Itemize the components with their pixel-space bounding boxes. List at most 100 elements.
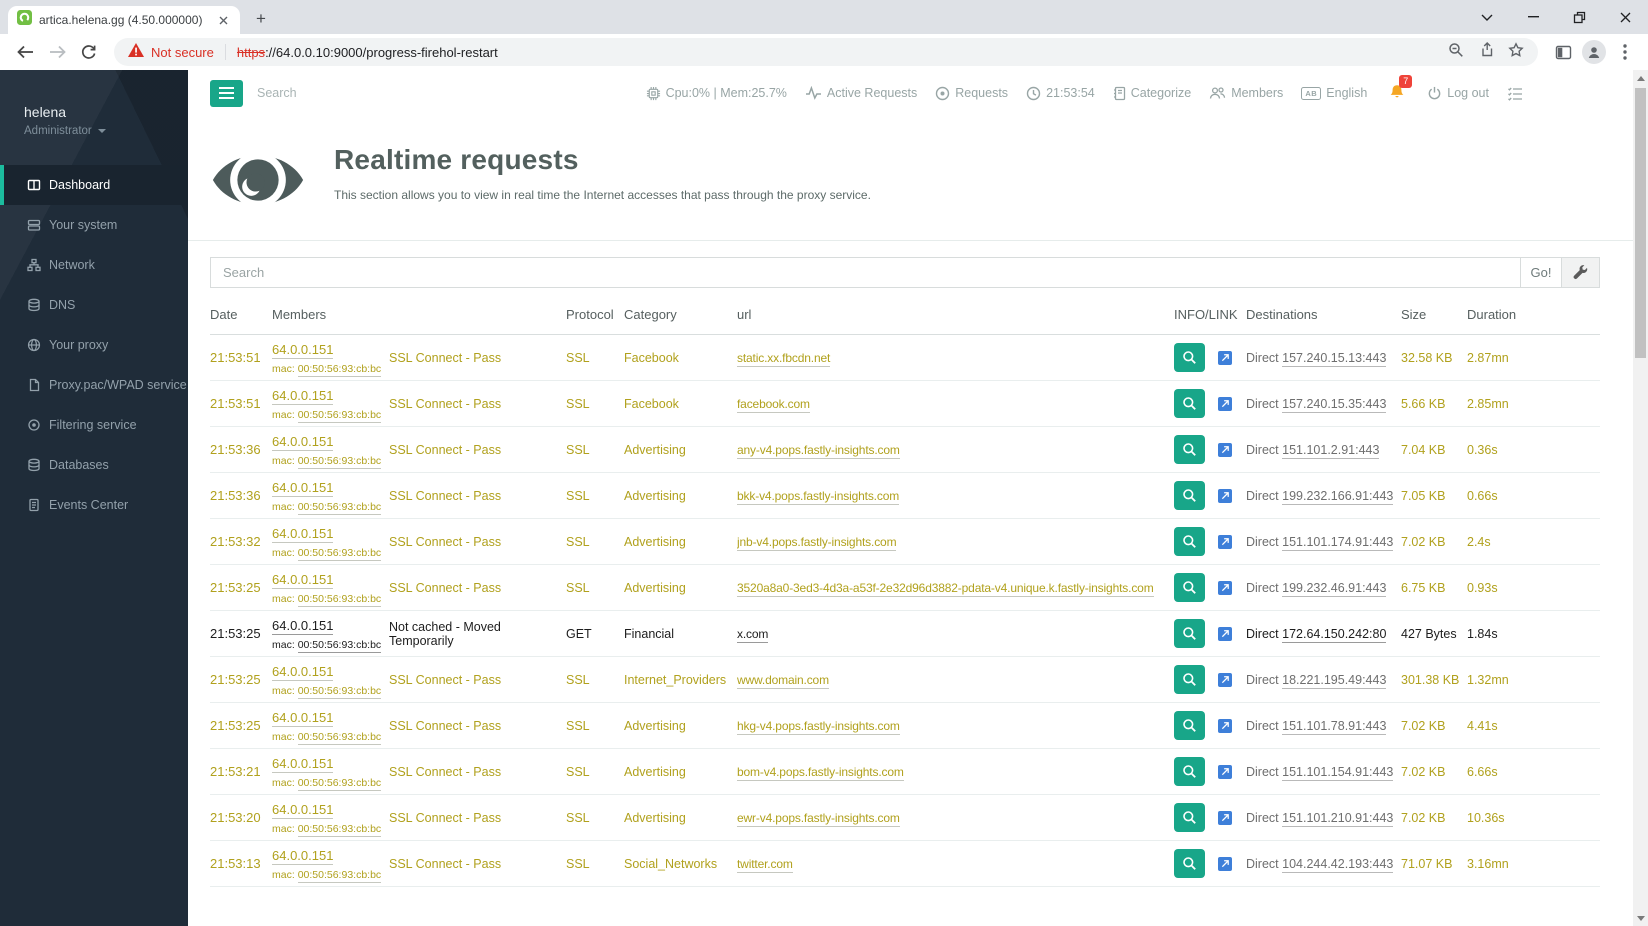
task-list-icon[interactable] (1507, 86, 1523, 101)
sidebar-item-your-proxy[interactable]: Your proxy (0, 325, 188, 365)
browser-scrollbar[interactable] (1633, 70, 1648, 926)
external-link-button[interactable] (1218, 672, 1233, 687)
request-url-link[interactable]: facebook.com (737, 396, 810, 413)
sidebar-item-filtering-service[interactable]: Filtering service (0, 405, 188, 445)
inspect-request-button[interactable] (1174, 481, 1205, 510)
request-url-link[interactable]: bkk-v4.pops.fastly-insights.com (737, 488, 899, 505)
inspect-request-button[interactable] (1174, 619, 1205, 648)
logout-button[interactable]: Log out (1427, 86, 1489, 101)
table-search-input[interactable] (210, 257, 1520, 288)
external-link-button[interactable] (1218, 718, 1233, 733)
hamburger-menu-button[interactable] (210, 79, 243, 107)
member-ip-link[interactable]: 64.0.0.151 (272, 617, 334, 635)
external-link-button[interactable] (1218, 764, 1233, 779)
external-link-button[interactable] (1218, 810, 1233, 825)
member-mac-link[interactable]: 00:50:56:93:cb:bc (297, 500, 382, 515)
sidebar-item-dns[interactable]: DNS (0, 285, 188, 325)
destination-link[interactable]: 151.101.154.91:443 (1282, 764, 1394, 781)
request-url-link[interactable]: jnb-v4.pops.fastly-insights.com (737, 534, 897, 551)
request-url-link[interactable]: hkg-v4.pops.fastly-insights.com (737, 718, 900, 735)
destination-link[interactable]: 199.232.46.91:443 (1282, 580, 1387, 597)
destination-link[interactable]: 199.232.166.91:443 (1282, 488, 1394, 505)
external-link-button[interactable] (1218, 626, 1233, 641)
minimize-button[interactable] (1510, 0, 1556, 34)
member-ip-link[interactable]: 64.0.0.151 (272, 387, 334, 405)
external-link-button[interactable] (1218, 580, 1233, 595)
destination-link[interactable]: 18.221.195.49:443 (1282, 672, 1387, 689)
back-button[interactable] (12, 39, 38, 65)
browser-tab[interactable]: artica.helena.gg (4.50.000000) (8, 6, 240, 34)
sidebar-item-your-system[interactable]: Your system (0, 205, 188, 245)
address-bar[interactable]: Not secure https://64.0.0.10:9000/progre… (114, 38, 1538, 66)
external-link-button[interactable] (1218, 488, 1233, 503)
request-url-link[interactable]: x.com (737, 626, 768, 643)
profile-avatar[interactable] (1582, 40, 1606, 64)
member-ip-link[interactable]: 64.0.0.151 (272, 847, 334, 865)
external-link-button[interactable] (1218, 396, 1233, 411)
request-url-link[interactable]: ewr-v4.pops.fastly-insights.com (737, 810, 900, 827)
destination-link[interactable]: 104.244.42.193:443 (1282, 856, 1394, 873)
settings-wrench-button[interactable] (1562, 257, 1600, 288)
request-url-link[interactable]: static.xx.fbcdn.net (737, 350, 830, 367)
destination-link[interactable]: 157.240.15.35:443 (1282, 396, 1387, 413)
destination-link[interactable]: 151.101.2.91:443 (1282, 442, 1380, 459)
member-ip-link[interactable]: 64.0.0.151 (272, 755, 334, 773)
member-mac-link[interactable]: 00:50:56:93:cb:bc (297, 868, 382, 883)
sidebar-item-events-center[interactable]: Events Center (0, 485, 188, 525)
member-ip-link[interactable]: 64.0.0.151 (272, 479, 334, 497)
external-link-button[interactable] (1218, 856, 1233, 871)
user-role-dropdown[interactable]: Administrator (24, 125, 188, 137)
member-mac-link[interactable]: 00:50:56:93:cb:bc (297, 684, 382, 699)
member-mac-link[interactable]: 00:50:56:93:cb:bc (297, 776, 382, 791)
request-url-link[interactable]: twitter.com (737, 856, 793, 873)
member-ip-link[interactable]: 64.0.0.151 (272, 433, 334, 451)
inspect-request-button[interactable] (1174, 343, 1205, 372)
destination-link[interactable]: 151.101.210.91:443 (1282, 810, 1394, 827)
member-mac-link[interactable]: 00:50:56:93:cb:bc (297, 592, 382, 607)
member-mac-link[interactable]: 00:50:56:93:cb:bc (297, 362, 382, 377)
topbar-search-input[interactable] (257, 86, 487, 100)
member-ip-link[interactable]: 64.0.0.151 (272, 709, 334, 727)
bookmark-star-icon[interactable] (1508, 41, 1524, 63)
active-requests-link[interactable]: Active Requests (805, 86, 917, 100)
external-link-button[interactable] (1218, 350, 1233, 365)
member-ip-link[interactable]: 64.0.0.151 (272, 663, 334, 681)
side-panel-icon[interactable] (1550, 39, 1576, 65)
member-mac-link[interactable]: 00:50:56:93:cb:bc (297, 822, 382, 837)
scrollbar-down-arrow[interactable] (1633, 910, 1648, 926)
browser-menu-kebab-icon[interactable] (1612, 39, 1638, 65)
inspect-request-button[interactable] (1174, 435, 1205, 464)
member-ip-link[interactable]: 64.0.0.151 (272, 341, 334, 359)
inspect-request-button[interactable] (1174, 389, 1205, 418)
member-mac-link[interactable]: 00:50:56:93:cb:bc (297, 454, 382, 469)
scrollbar-up-arrow[interactable] (1633, 70, 1648, 86)
close-window-button[interactable] (1602, 0, 1648, 34)
zoom-icon[interactable] (1448, 42, 1464, 63)
requests-link[interactable]: Requests (935, 86, 1008, 101)
restore-button[interactable] (1556, 0, 1602, 34)
destination-link[interactable]: 151.101.78.91:443 (1282, 718, 1387, 735)
destination-link[interactable]: 172.64.150.242:80 (1282, 626, 1387, 643)
forward-button[interactable] (44, 39, 70, 65)
members-link[interactable]: Members (1209, 86, 1283, 100)
share-icon[interactable] (1478, 41, 1494, 63)
inspect-request-button[interactable] (1174, 849, 1205, 878)
sidebar-item-databases[interactable]: Databases (0, 445, 188, 485)
warning-triangle-icon[interactable] (128, 42, 144, 62)
notifications-bell[interactable]: 7 (1389, 74, 1413, 103)
request-url-link[interactable]: 3520a8a0-3ed3-4d3a-a53f-2e32d96d3882-pda… (737, 580, 1154, 597)
request-url-link[interactable]: bom-v4.pops.fastly-insights.com (737, 764, 904, 781)
tab-search-chevron-icon[interactable] (1464, 0, 1510, 34)
inspect-request-button[interactable] (1174, 757, 1205, 786)
destination-link[interactable]: 151.101.174.91:443 (1282, 534, 1394, 551)
external-link-button[interactable] (1218, 534, 1233, 549)
member-mac-link[interactable]: 00:50:56:93:cb:bc (297, 730, 382, 745)
member-mac-link[interactable]: 00:50:56:93:cb:bc (297, 408, 382, 423)
sidebar-item-network[interactable]: Network (0, 245, 188, 285)
inspect-request-button[interactable] (1174, 665, 1205, 694)
categorize-link[interactable]: Categorize (1113, 86, 1191, 101)
sidebar-item-proxy-pac[interactable]: Proxy.pac/WPAD service (0, 365, 188, 405)
external-link-button[interactable] (1218, 442, 1233, 457)
scrollbar-thumb[interactable] (1635, 88, 1646, 358)
inspect-request-button[interactable] (1174, 803, 1205, 832)
